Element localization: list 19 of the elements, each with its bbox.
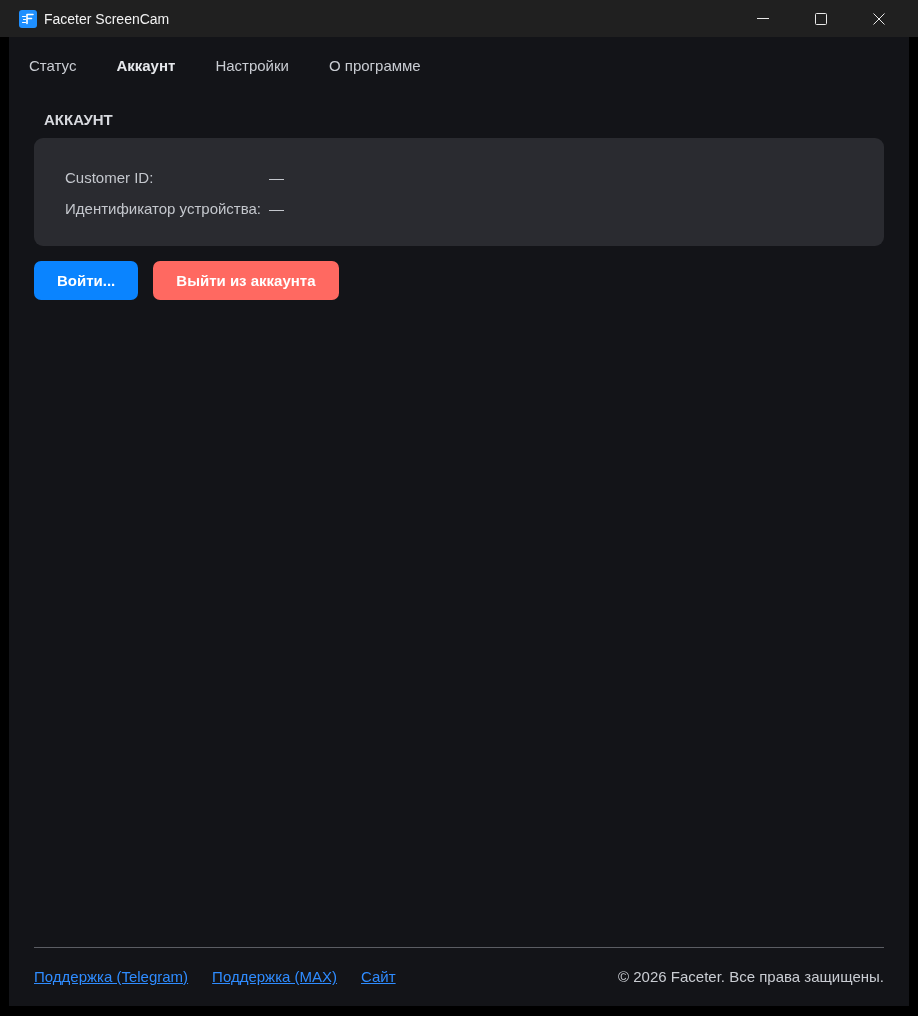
minimize-icon — [757, 18, 769, 19]
footer-link[interactable]: Поддержка (MAX) — [212, 968, 338, 985]
field-label: Идентификатор устройства: — [65, 200, 262, 218]
tab[interactable]: Аккаунт — [116, 57, 176, 75]
app-logo-icon — [19, 10, 37, 28]
field-label: Customer ID: — [65, 169, 154, 187]
field-value: — — [269, 169, 285, 187]
field-value: — — [269, 200, 285, 218]
maximize-icon — [815, 12, 827, 25]
tab[interactable]: Статус — [29, 57, 77, 75]
footer-link[interactable]: Сайт — [361, 968, 396, 985]
login-button[interactable]: Войти... — [34, 261, 139, 300]
copyright-text: © 2026 Faceter. Все права защищены. — [618, 968, 884, 985]
tab[interactable]: О программе — [328, 57, 421, 75]
tab[interactable]: Настройки — [215, 57, 289, 75]
close-icon — [873, 12, 885, 25]
section-heading: АККАУНТ — [43, 111, 114, 129]
window-title: Faceter ScreenCam — [44, 10, 170, 27]
footer-link[interactable]: Поддержка (Telegram) — [34, 968, 189, 985]
